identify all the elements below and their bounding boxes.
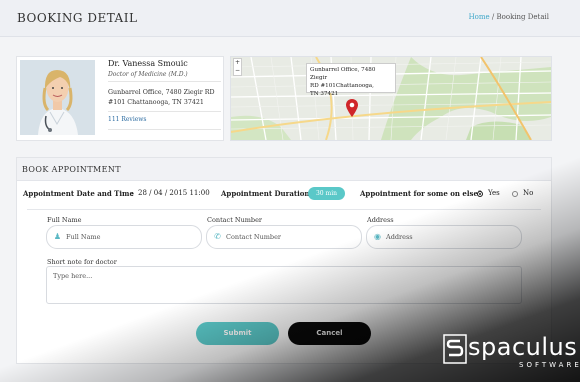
- spaculus-logo: spaculus SOFTWARE: [443, 334, 579, 374]
- user-icon: ♟: [53, 232, 62, 241]
- divider: [108, 111, 221, 112]
- map-pin-icon[interactable]: [346, 99, 358, 117]
- doctor-photo: [20, 60, 95, 135]
- yes-label[interactable]: Yes: [488, 189, 500, 197]
- panel-title: BOOK APPOINTMENT: [22, 165, 122, 174]
- breadcrumb-separator: /: [489, 13, 497, 21]
- location-map[interactable]: + − Gunbarrel Office, 7480 Ziegir RD #10…: [230, 56, 552, 141]
- no-label[interactable]: No: [523, 189, 533, 197]
- panel-header: BOOK APPOINTMENT: [17, 158, 551, 181]
- address-placeholder: Address: [386, 233, 413, 241]
- brand-mark-icon: [443, 334, 467, 364]
- duration-badge[interactable]: 30 min: [308, 187, 345, 200]
- zoom-in-icon[interactable]: +: [234, 59, 241, 67]
- contact-number-label: Contact Number: [207, 216, 263, 224]
- address-label: Address: [367, 216, 394, 224]
- breadcrumb-current: Booking Detail: [496, 13, 550, 21]
- divider: [108, 81, 221, 82]
- no-radio[interactable]: [512, 191, 518, 197]
- doctor-card: Dr. Vanessa Smouic Doctor of Medicine (M…: [16, 56, 224, 141]
- date-time-label: Appointment Date and Time: [23, 189, 134, 198]
- doctor-title: Doctor of Medicine (M.D.): [108, 71, 188, 78]
- popup-line-1: Gunbarrel Office, 7480 Ziegir: [310, 67, 376, 81]
- map-zoom-control[interactable]: + −: [233, 58, 242, 76]
- breadcrumb-home-link[interactable]: Home: [469, 13, 490, 21]
- address-line-2: #101 Chattanooga, TN 37421: [108, 99, 204, 106]
- contact-number-input[interactable]: ✆ Contact Number: [206, 225, 362, 249]
- popup-line-2: RD #101Chattanooga,: [310, 83, 374, 89]
- brand-sub: SOFTWARE: [519, 361, 580, 369]
- full-name-input[interactable]: ♟ Full Name: [46, 225, 202, 249]
- divider: [27, 209, 541, 210]
- date-time-separator: :: [131, 189, 134, 198]
- address-input[interactable]: ◉ Address: [366, 225, 522, 249]
- full-name-placeholder: Full Name: [66, 233, 101, 241]
- cancel-button[interactable]: Cancel: [288, 322, 371, 345]
- full-name-label: Full Name: [47, 216, 82, 224]
- location-pin-icon: ◉: [374, 232, 381, 241]
- doctor-name: Dr. Vanessa Smouic: [108, 59, 188, 68]
- date-time-value[interactable]: 28 / 04 / 2015 11:00: [138, 189, 210, 197]
- someone-else-label: Appointment for some on else?: [360, 189, 483, 198]
- reviews-link[interactable]: 111 Reviews: [108, 116, 147, 123]
- divider: [108, 129, 221, 130]
- doctor-address: Gunbarrel Office, 7480 Ziegir RD #101 Ch…: [108, 88, 223, 108]
- popup-line-3: TN 37421: [310, 91, 339, 97]
- contact-number-placeholder: Contact Number: [226, 233, 282, 241]
- duration-label: Appointment Duration: [221, 189, 310, 198]
- note-textarea[interactable]: Type here...: [46, 266, 522, 304]
- note-placeholder: Type here...: [53, 272, 93, 280]
- zoom-out-icon[interactable]: −: [234, 67, 241, 75]
- note-label: Short note for doctor: [47, 258, 117, 266]
- yes-radio[interactable]: [477, 191, 483, 197]
- brand-word: spaculus: [468, 333, 578, 361]
- breadcrumb: Home / Booking Detail: [469, 13, 549, 21]
- page-title: BOOKING DETAIL: [17, 11, 138, 25]
- map-info-popup: Gunbarrel Office, 7480 Ziegir RD #101Cha…: [306, 63, 396, 97]
- address-line-1: Gunbarrel Office, 7480 Ziegir RD: [108, 89, 215, 96]
- submit-button[interactable]: Submit: [196, 322, 279, 345]
- phone-icon: ✆: [214, 232, 221, 241]
- top-bar: BOOKING DETAIL Home / Booking Detail: [0, 0, 580, 37]
